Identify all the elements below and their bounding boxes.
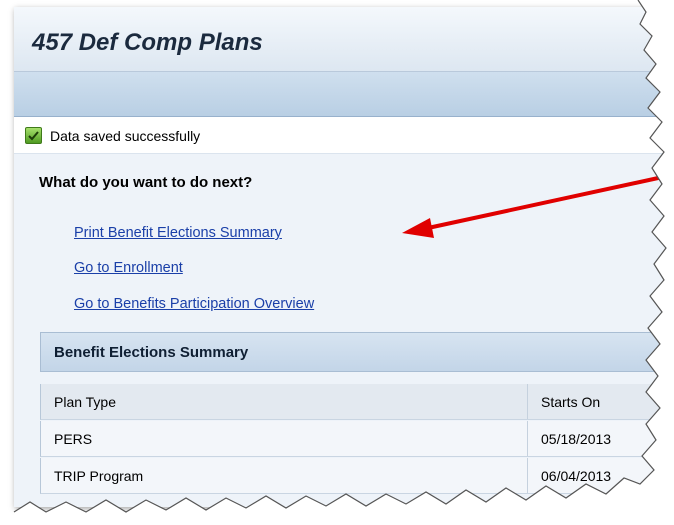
callout-arrow bbox=[402, 173, 673, 238]
